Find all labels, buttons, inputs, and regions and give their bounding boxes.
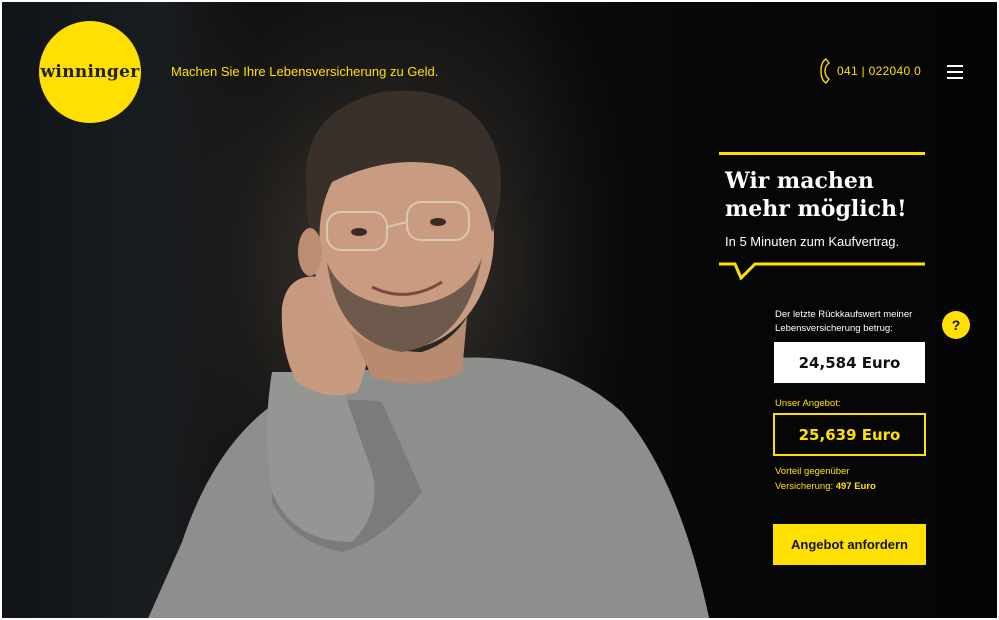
advantage-text: Vorteil gegenüber Versicherung: 497 Euro — [775, 464, 925, 494]
surrender-value-label: Der letzte Rückkaufswert meiner Lebensve… — [775, 309, 913, 334]
headline: Wir machen mehr möglich! — [725, 167, 935, 223]
surrender-value-input[interactable]: 24,584 Euro — [774, 342, 925, 383]
phone-link[interactable]: 041 | 022040 0 — [819, 58, 921, 84]
headline-line-2: mehr möglich! — [725, 196, 907, 222]
headline-line-1: Wir machen — [725, 168, 874, 194]
request-offer-button[interactable]: Angebot anfordern — [773, 524, 926, 565]
subheadline: In 5 Minuten zum Kaufvertrag. — [725, 234, 900, 249]
help-button[interactable]: ? — [942, 311, 970, 339]
tagline: Machen Sie Ihre Lebensversicherung zu Ge… — [171, 64, 439, 79]
phone-icon — [820, 58, 830, 84]
hero-photo-person — [148, 90, 710, 618]
offer-value: 25,639 Euro — [798, 425, 901, 444]
phone-number: 041 | 022040 0 — [837, 64, 922, 78]
brand-logo[interactable]: winninger — [39, 21, 141, 123]
hero-section: winninger Machen Sie Ihre Lebensversiche… — [2, 2, 997, 618]
offer-value-box: 25,639 Euro — [773, 413, 926, 456]
surrender-value-text: 24,584 Euro — [798, 353, 901, 372]
headline-top-rule — [719, 152, 925, 155]
logo-text: winninger — [40, 62, 140, 82]
help-icon: ? — [951, 317, 961, 333]
headline-box: Wir machen mehr möglich! In 5 Minuten zu… — [719, 152, 925, 280]
advantage-line-1: Vorteil gegenüber — [775, 466, 850, 477]
request-offer-label: Angebot anfordern — [791, 537, 908, 552]
advantage-value: 497 Euro — [835, 481, 876, 492]
hamburger-menu-icon[interactable] — [947, 65, 963, 79]
offer-label: Unser Angebot: — [775, 398, 841, 409]
advantage-prefix: Versicherung: — [775, 481, 834, 492]
advantage-line-2: Versicherung: 497 Euro — [775, 479, 925, 494]
speech-bubble-tail — [719, 262, 925, 280]
